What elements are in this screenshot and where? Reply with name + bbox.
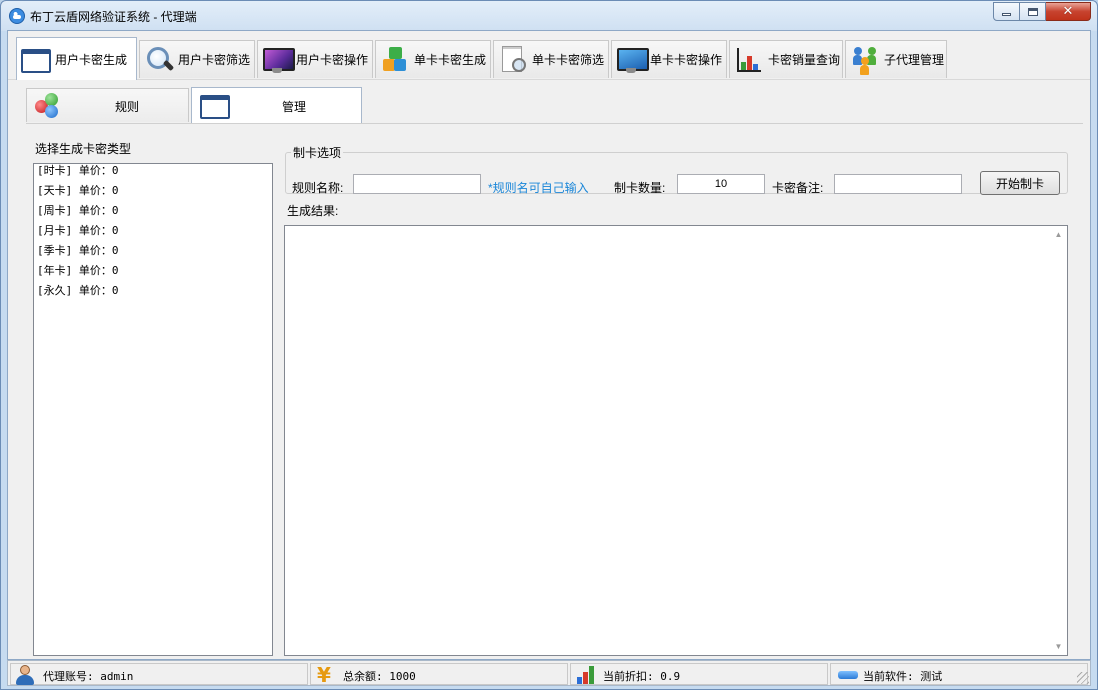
agent-account-text: 代理账号: admin: [43, 670, 134, 683]
tab-label: 规则: [115, 100, 140, 114]
card-options-title: 制卡选项: [293, 146, 342, 160]
list-item[interactable]: [月卡] 单价：0: [37, 224, 269, 244]
maximize-icon: [1027, 7, 1038, 16]
card-type-list[interactable]: [时卡] 单价：0 [天卡] 单价：0 [周卡] 单价：0 [月卡] 单价：0 …: [33, 163, 273, 656]
status-software: 当前软件: 测试: [830, 663, 1088, 685]
start-generate-button[interactable]: 开始制卡: [980, 171, 1060, 195]
current-software-text: 当前软件: 测试: [863, 670, 943, 683]
tab-single-card-filter[interactable]: 单卡卡密筛选: [493, 40, 609, 78]
monitor-icon: [262, 45, 295, 75]
list-item[interactable]: [周卡] 单价：0: [37, 204, 269, 224]
tab-sub-agent-manage[interactable]: 子代理管理: [845, 40, 947, 78]
status-account: 代理账号: admin: [10, 663, 308, 685]
tab-label: 单卡卡密操作: [650, 53, 723, 67]
list-item[interactable]: [天卡] 单价：0: [37, 184, 269, 204]
scroll-up-icon[interactable]: ▲: [1050, 226, 1067, 243]
bar-chart-icon: [575, 665, 597, 685]
tab-user-card-generate[interactable]: 用户卡密生成: [16, 37, 137, 80]
list-item[interactable]: [永久] 单价：0: [37, 284, 269, 304]
document-search-icon: [498, 45, 528, 75]
status-bar: 代理账号: admin ¥ 总余额: 1000 当前折扣: 0.9 当前软件: …: [7, 660, 1091, 686]
monitor-icon: [616, 45, 649, 75]
total-balance-text: 总余额: 1000: [343, 670, 416, 683]
window-icon: [21, 48, 51, 73]
window-icon: [200, 95, 230, 119]
caption-buttons: ✕: [993, 2, 1091, 21]
tab-card-sales-query[interactable]: 卡密销量查询: [729, 40, 843, 78]
scroll-down-icon[interactable]: ▼: [1050, 638, 1067, 655]
close-icon: ✕: [1062, 4, 1074, 19]
tab-manage[interactable]: 管理: [191, 87, 362, 123]
tab-user-card-filter[interactable]: 用户卡密筛选: [139, 40, 255, 78]
tab-single-card-operate[interactable]: 单卡卡密操作: [611, 40, 727, 78]
resize-grip-icon[interactable]: [1077, 672, 1089, 684]
tab-label: 卡密销量查询: [768, 53, 841, 67]
tab-rules[interactable]: 规则: [26, 88, 189, 122]
tab-single-card-generate[interactable]: 单卡卡密生成: [375, 40, 491, 78]
list-item[interactable]: [时卡] 单价：0: [37, 164, 269, 184]
list-item[interactable]: [季卡] 单价：0: [37, 244, 269, 264]
tab-label: 用户卡密生成: [55, 52, 128, 67]
card-remark-label: 卡密备注:: [772, 181, 824, 195]
tab-label: 单卡卡密生成: [414, 53, 487, 67]
bar-chart-icon: [734, 45, 764, 75]
main-client-area: 用户卡密生成 用户卡密筛选 用户卡密操作 单卡卡密生成 单卡卡密筛选 单卡卡密操…: [7, 30, 1091, 660]
card-count-label: 制卡数量:: [614, 181, 666, 195]
result-scrollbar[interactable]: ▲ ▼: [1050, 226, 1067, 655]
manage-panel: 选择生成卡密类型 [时卡] 单价：0 [天卡] 单价：0 [周卡] 单价：0 […: [26, 123, 1083, 657]
card-count-input[interactable]: [677, 174, 765, 194]
maximize-button[interactable]: [1020, 2, 1046, 21]
card-options-group: 制卡选项 规则名称: *规则名可自己输入 制卡数量: 卡密备注: 开始制卡: [285, 144, 1068, 195]
tab-user-card-operate[interactable]: 用户卡密操作: [257, 40, 373, 78]
blocks-icon: [380, 45, 410, 75]
status-discount: 当前折扣: 0.9: [570, 663, 828, 685]
cloud-shield-icon: [9, 8, 25, 24]
people-icon: [850, 45, 880, 75]
minimize-button[interactable]: [993, 2, 1020, 21]
result-textarea[interactable]: ▲ ▼: [284, 225, 1068, 656]
tab-label: 管理: [282, 100, 307, 114]
top-tab-bar: 用户卡密生成 用户卡密筛选 用户卡密操作 单卡卡密生成 单卡卡密筛选 单卡卡密操…: [8, 31, 1090, 80]
yen-icon: ¥: [317, 663, 331, 687]
tab-label: 用户卡密操作: [296, 53, 369, 67]
magnifier-icon: [144, 45, 174, 75]
title-bar[interactable]: 布丁云盾网络验证系统 - 代理端 ✕: [1, 1, 1097, 31]
card-type-label: 选择生成卡密类型: [35, 142, 132, 156]
tab-label: 单卡卡密筛选: [532, 53, 605, 67]
window-title: 布丁云盾网络验证系统 - 代理端: [30, 10, 197, 24]
balls-icon: [35, 93, 63, 119]
rule-name-label: 规则名称:: [292, 181, 344, 195]
tab-label: 用户卡密筛选: [178, 53, 251, 67]
rule-name-hint: *规则名可自己输入: [488, 181, 589, 195]
current-discount-text: 当前折扣: 0.9: [603, 670, 681, 683]
tab-label: 子代理管理: [884, 53, 945, 67]
list-item[interactable]: [年卡] 单价：0: [37, 264, 269, 284]
rule-name-input[interactable]: [353, 174, 481, 194]
status-balance: ¥ 总余额: 1000: [310, 663, 568, 685]
user-icon: [15, 665, 37, 685]
result-label: 生成结果:: [287, 204, 339, 218]
card-remark-input[interactable]: [834, 174, 962, 194]
minimize-icon: [1002, 13, 1011, 16]
usb-drive-icon: [835, 665, 858, 685]
close-button[interactable]: ✕: [1046, 2, 1091, 21]
